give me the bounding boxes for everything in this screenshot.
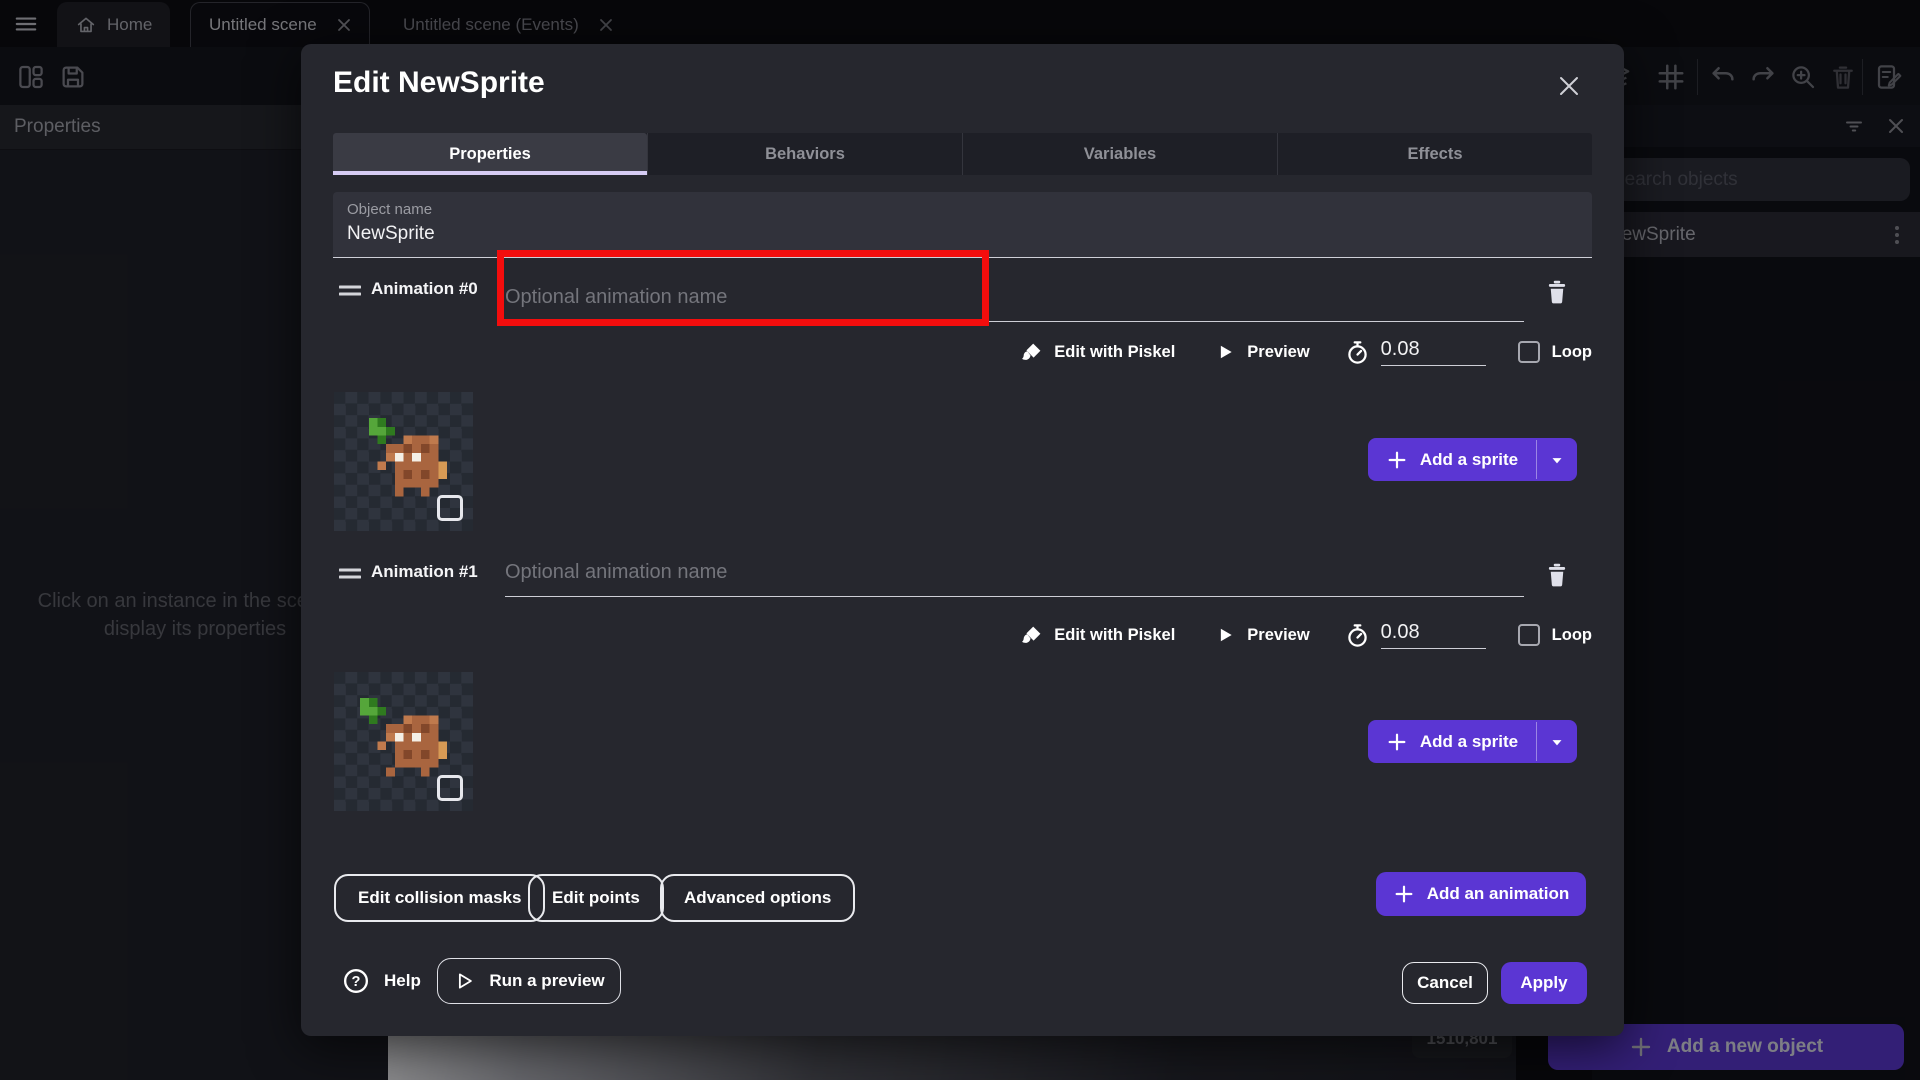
help-icon: ? <box>342 967 370 995</box>
time-between-frames-input[interactable] <box>1381 338 1486 366</box>
dialog-title: Edit NewSprite <box>333 66 545 100</box>
plus-icon <box>1393 883 1415 905</box>
edit-collision-masks-button[interactable]: Edit collision masks <box>334 874 545 922</box>
add-sprite-button: Add a sprite <box>1368 720 1577 763</box>
cancel-button[interactable]: Cancel <box>1402 962 1488 1004</box>
add-sprite-button: Add a sprite <box>1368 438 1577 481</box>
edit-sprite-dialog: Edit NewSprite Properties Behaviors Vari… <box>301 44 1624 1036</box>
add-animation-button[interactable]: Add an animation <box>1376 872 1586 916</box>
delete-animation0-icon[interactable] <box>1544 278 1570 306</box>
delete-animation1-icon[interactable] <box>1544 561 1570 589</box>
tab-variables[interactable]: Variables <box>962 133 1277 175</box>
tab-properties[interactable]: Properties <box>333 133 647 175</box>
chevron-down-icon <box>1548 733 1566 751</box>
loop-label: Loop <box>1552 343 1592 362</box>
object-name-value: NewSprite <box>347 223 1578 245</box>
add-sprite-main[interactable]: Add a sprite <box>1368 438 1536 481</box>
sprite-thumbnail[interactable] <box>334 392 473 531</box>
play-outline-icon <box>453 970 475 992</box>
loop-checkbox[interactable] <box>1518 624 1540 646</box>
svg-text:?: ? <box>352 974 361 990</box>
drag-handle-icon[interactable] <box>339 285 361 297</box>
animation1-name-input[interactable] <box>505 549 1524 597</box>
help-button[interactable]: ? Help <box>342 967 421 995</box>
animation1-label: Animation #1 <box>371 562 478 582</box>
stopwatch-icon <box>1344 622 1371 649</box>
loop-label: Loop <box>1552 626 1592 645</box>
plus-icon <box>1386 449 1408 471</box>
annotation-highlight-box <box>497 250 989 326</box>
add-sprite-dropdown[interactable] <box>1537 438 1577 481</box>
animation0-label: Animation #0 <box>371 279 478 299</box>
sprite-select-checkbox[interactable] <box>437 775 463 801</box>
time-between-frames-input[interactable] <box>1381 621 1486 649</box>
plus-icon <box>1386 731 1408 753</box>
tab-effects[interactable]: Effects <box>1277 133 1592 175</box>
sprite-select-checkbox[interactable] <box>437 495 463 521</box>
brush-icon <box>1020 340 1044 364</box>
object-name-field[interactable]: Object name NewSprite <box>333 192 1592 258</box>
preview-button[interactable]: Preview <box>1247 343 1309 362</box>
animation1-controls: Edit with Piskel Preview Loop <box>1020 617 1592 653</box>
edit-with-piskel-button[interactable]: Edit with Piskel <box>1054 343 1175 362</box>
close-dialog-icon[interactable] <box>1555 72 1583 100</box>
apply-button[interactable]: Apply <box>1501 962 1587 1004</box>
dialog-tab-bar: Properties Behaviors Variables Effects <box>333 133 1592 175</box>
stopwatch-icon <box>1344 339 1371 366</box>
drag-handle-icon[interactable] <box>339 568 361 580</box>
object-name-label: Object name <box>347 201 1578 218</box>
loop-checkbox[interactable] <box>1518 341 1540 363</box>
add-sprite-dropdown[interactable] <box>1537 720 1577 763</box>
run-a-preview-button[interactable]: Run a preview <box>437 958 621 1004</box>
tab-behaviors[interactable]: Behaviors <box>647 133 962 175</box>
chevron-down-icon <box>1548 451 1566 469</box>
sprite-thumbnail[interactable] <box>334 672 473 811</box>
gdevelop-app: Home Untitled scene Untitled scene (Even… <box>0 0 1920 1080</box>
edit-with-piskel-button[interactable]: Edit with Piskel <box>1054 626 1175 645</box>
play-icon <box>1215 342 1235 362</box>
animation0-controls: Edit with Piskel Preview Loop <box>1020 334 1592 370</box>
brush-icon <box>1020 623 1044 647</box>
edit-points-button[interactable]: Edit points <box>528 874 664 922</box>
play-icon <box>1215 625 1235 645</box>
advanced-options-button[interactable]: Advanced options <box>660 874 855 922</box>
add-sprite-main[interactable]: Add a sprite <box>1368 720 1536 763</box>
preview-button[interactable]: Preview <box>1247 626 1309 645</box>
